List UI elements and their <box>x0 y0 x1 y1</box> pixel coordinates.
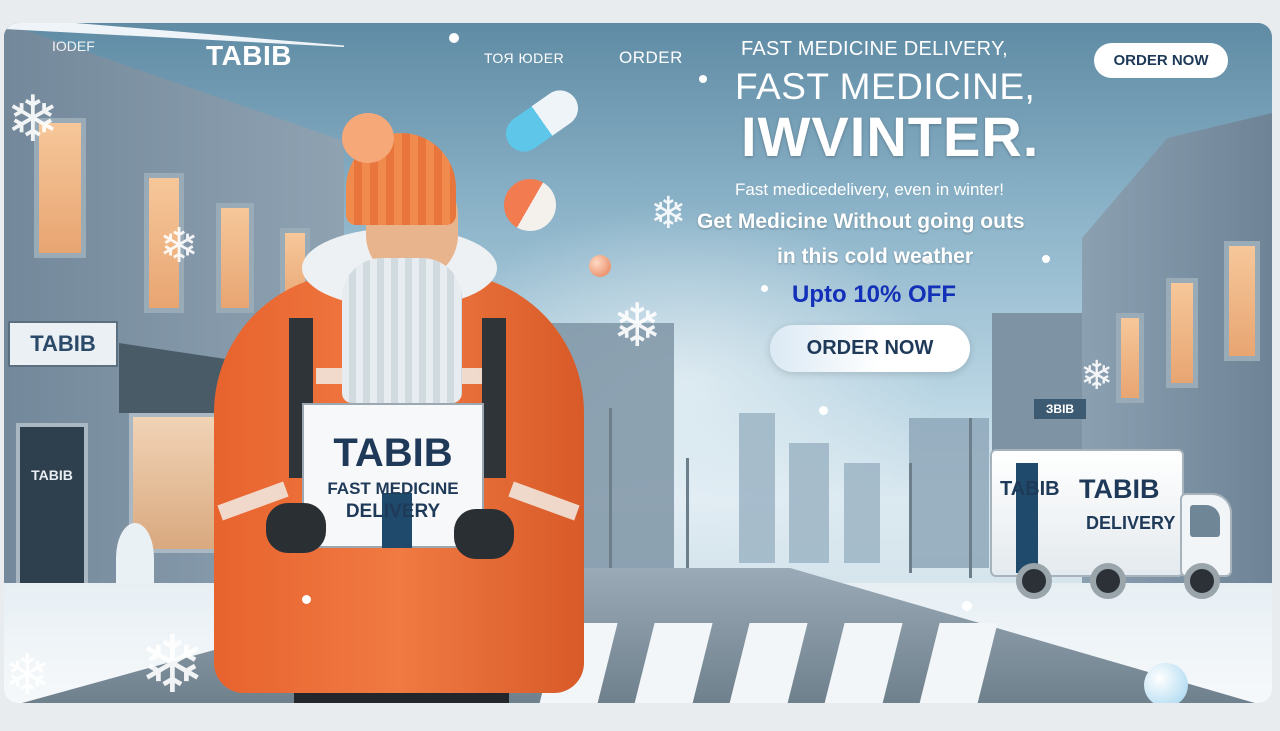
pill-orb-icon <box>589 255 611 277</box>
snow-dot <box>302 595 311 604</box>
nav-corner-text: ІОDEF <box>52 38 95 54</box>
distant-tower <box>789 443 829 563</box>
brand-logo[interactable]: TABIB <box>206 40 292 72</box>
beanie-pompom <box>342 113 394 163</box>
van-wheel <box>1090 563 1126 599</box>
window <box>1166 278 1198 388</box>
snow-dot <box>962 601 972 611</box>
snow-dot <box>761 285 768 292</box>
hero-title-line-2: IWVINTER. <box>741 105 1040 168</box>
van-window <box>1190 505 1220 537</box>
backpack-strap <box>482 318 506 478</box>
snow-dot <box>819 406 828 415</box>
snowflake-icon: ❄ <box>6 83 60 157</box>
snow-dot <box>1042 255 1050 263</box>
box-line-1: FAST MEDICINE <box>327 479 459 498</box>
snowflake-icon: ❄ <box>1080 353 1114 399</box>
snowflake-icon: ❄ <box>139 618 207 703</box>
scarf <box>342 258 462 403</box>
van-brand-small: TABIB <box>1000 478 1060 500</box>
snow-dot <box>699 75 707 83</box>
hero-kicker: FAST MEDICINE DELIVERY, <box>741 38 1008 60</box>
distant-tower <box>844 463 880 563</box>
distant-tower <box>739 413 775 563</box>
street-lamp <box>686 458 689 578</box>
hero-copy-line-1: Get Medicine Without going outs <box>697 210 1025 233</box>
window <box>216 203 254 313</box>
hero-banner: TABIB TABIB ЗBIB TABIB TABIB DELIVERY TA… <box>4 23 1272 703</box>
window <box>1116 313 1144 403</box>
store-sign-text: TABIB <box>30 331 96 356</box>
van-brand-large: TABIB <box>1079 474 1160 504</box>
hero-title-line-1: FAST MEDICINE, <box>735 66 1036 107</box>
street-lamp <box>909 463 912 573</box>
street-sign: ЗBIB <box>1034 399 1086 419</box>
snowflake-icon: ❄ <box>159 218 200 274</box>
store-door <box>16 423 88 603</box>
discount-badge: Upto 10% OFF <box>792 281 957 308</box>
nav-order-now-button[interactable]: ORDER NOW <box>1094 43 1228 78</box>
hero-tagline: Fast medicedelivery, even in winter! <box>735 180 1004 199</box>
snowflake-icon: ❄ <box>4 643 51 703</box>
distant-building <box>909 418 989 568</box>
nav-link-order-secondary[interactable]: ТОЯ ЮDER <box>484 50 564 66</box>
window <box>1224 241 1260 361</box>
snowflake-icon: ❄ <box>612 291 663 361</box>
snow-dot <box>449 33 459 43</box>
capsule-pill-icon <box>498 83 586 159</box>
snowflake-icon: ❄ <box>650 188 687 239</box>
street-lamp <box>609 408 612 588</box>
snow-orb-icon <box>1144 663 1188 703</box>
nav-link-order[interactable]: ORDER <box>619 48 683 68</box>
hero-order-now-button[interactable]: ORDER NOW <box>770 325 970 372</box>
van-subtitle: DELIVERY <box>1086 513 1176 533</box>
van-wheel <box>1184 563 1220 599</box>
glove-left <box>266 503 326 553</box>
hero-copy-line-2: in this cold weather <box>777 245 974 268</box>
glove-right <box>454 509 514 559</box>
street-lamp <box>969 418 972 578</box>
box-brand: TABIB <box>333 431 453 475</box>
van-wheel <box>1016 563 1052 599</box>
door-sign: TABIB <box>31 467 73 483</box>
store-sign: TABIB <box>8 321 118 367</box>
